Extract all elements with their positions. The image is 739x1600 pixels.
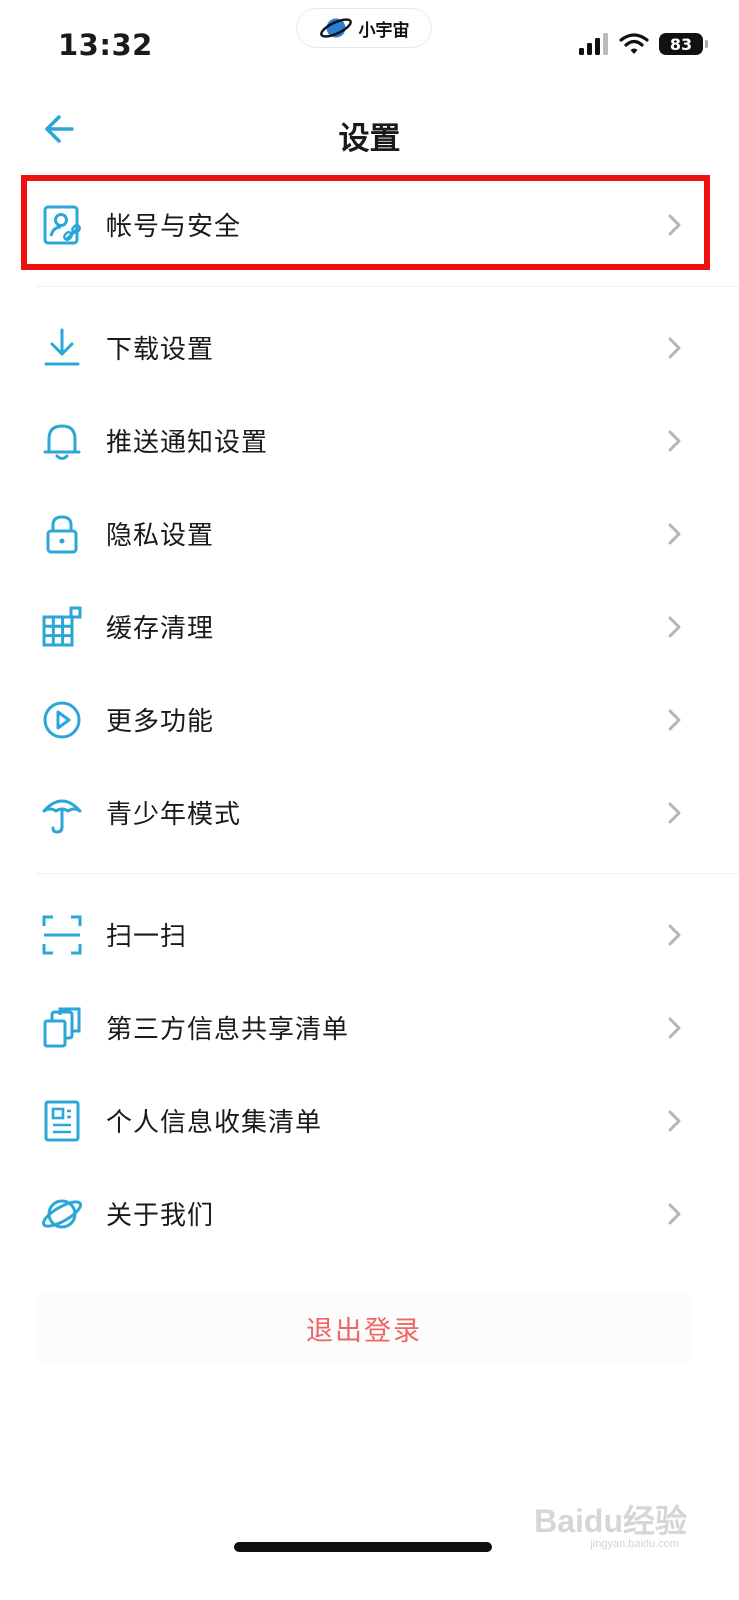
- settings-item-label: 个人信息收集清单: [106, 1108, 323, 1138]
- page-title: 设置: [338, 121, 401, 157]
- cellular-signal-icon: [579, 33, 608, 55]
- settings-item-label: 推送通知设置: [106, 428, 269, 458]
- battery-icon: 83: [659, 33, 708, 55]
- copy-icon: [43, 1007, 81, 1047]
- settings-item-personal-info[interactable]: 个人信息收集清单: [0, 1074, 739, 1167]
- home-indicator[interactable]: [234, 1542, 492, 1552]
- chevron-right-icon: [668, 616, 681, 637]
- chevron-right-icon: [668, 523, 681, 544]
- settings-item-label: 隐私设置: [106, 521, 215, 551]
- section-divider: [36, 286, 739, 287]
- settings-item-more-features[interactable]: 更多功能: [0, 673, 739, 766]
- settings-item-label: 更多功能: [106, 707, 215, 737]
- settings-item-label: 下载设置: [106, 335, 215, 365]
- bell-icon: [43, 424, 81, 460]
- planet-logo-icon: [319, 18, 352, 38]
- document-icon: [44, 1100, 80, 1141]
- system-icons: 83: [579, 33, 708, 55]
- settings-item-privacy[interactable]: 隐私设置: [0, 487, 739, 580]
- umbrella-icon: [42, 799, 82, 834]
- chevron-right-icon: [668, 1017, 681, 1038]
- wifi-icon: [619, 33, 649, 54]
- settings-item-cache-clear[interactable]: 缓存清理: [0, 580, 739, 673]
- chevron-right-icon: [668, 430, 681, 451]
- settings-item-label: 帐号与安全: [106, 212, 242, 242]
- settings-item-label: 扫一扫: [106, 922, 188, 952]
- app-indicator-pill[interactable]: 小宇宙: [296, 8, 432, 48]
- chevron-right-icon: [668, 1110, 681, 1131]
- status-time: 13:32: [58, 28, 153, 62]
- settings-item-download[interactable]: 下载设置: [0, 301, 739, 394]
- settings-item-scan[interactable]: 扫一扫: [0, 888, 739, 981]
- settings-item-label: 青少年模式: [106, 800, 242, 830]
- watermark-text: Baidu经验: [534, 1503, 687, 1539]
- download-icon: [44, 328, 80, 365]
- planet-icon: [41, 1199, 83, 1228]
- chevron-right-icon: [668, 924, 681, 945]
- section-divider: [36, 873, 739, 874]
- settings-item-account-security[interactable]: 帐号与安全: [0, 178, 739, 271]
- chevron-right-icon: [668, 214, 681, 235]
- watermark-subtext: jingyan.baidu.com: [590, 1538, 679, 1550]
- scan-icon: [42, 915, 82, 954]
- nav-bar: 设置: [0, 95, 739, 165]
- chevron-right-icon: [668, 337, 681, 358]
- settings-item-label: 缓存清理: [106, 614, 215, 644]
- settings-item-label: 关于我们: [106, 1201, 215, 1231]
- lock-icon: [46, 514, 78, 553]
- play-circle-icon: [43, 701, 81, 738]
- chevron-right-icon: [668, 1203, 681, 1224]
- app-pill-label: 小宇宙: [358, 20, 410, 41]
- chevron-right-icon: [668, 802, 681, 823]
- account-security-icon: [43, 205, 81, 244]
- settings-item-third-party-sharing[interactable]: 第三方信息共享清单: [0, 981, 739, 1074]
- settings-item-teen-mode[interactable]: 青少年模式: [0, 766, 739, 859]
- settings-item-label: 第三方信息共享清单: [106, 1015, 350, 1045]
- status-bar: 13:32 小宇宙 83: [0, 0, 739, 90]
- settings-item-push-notification[interactable]: 推送通知设置: [0, 394, 739, 487]
- settings-item-about-us[interactable]: 关于我们: [0, 1167, 739, 1260]
- logout-button[interactable]: 退出登录: [36, 1293, 692, 1363]
- chevron-right-icon: [668, 709, 681, 730]
- baidu-watermark: Baidu经验 jingyan.baidu.com: [534, 1496, 687, 1550]
- grid-icon: [42, 606, 82, 646]
